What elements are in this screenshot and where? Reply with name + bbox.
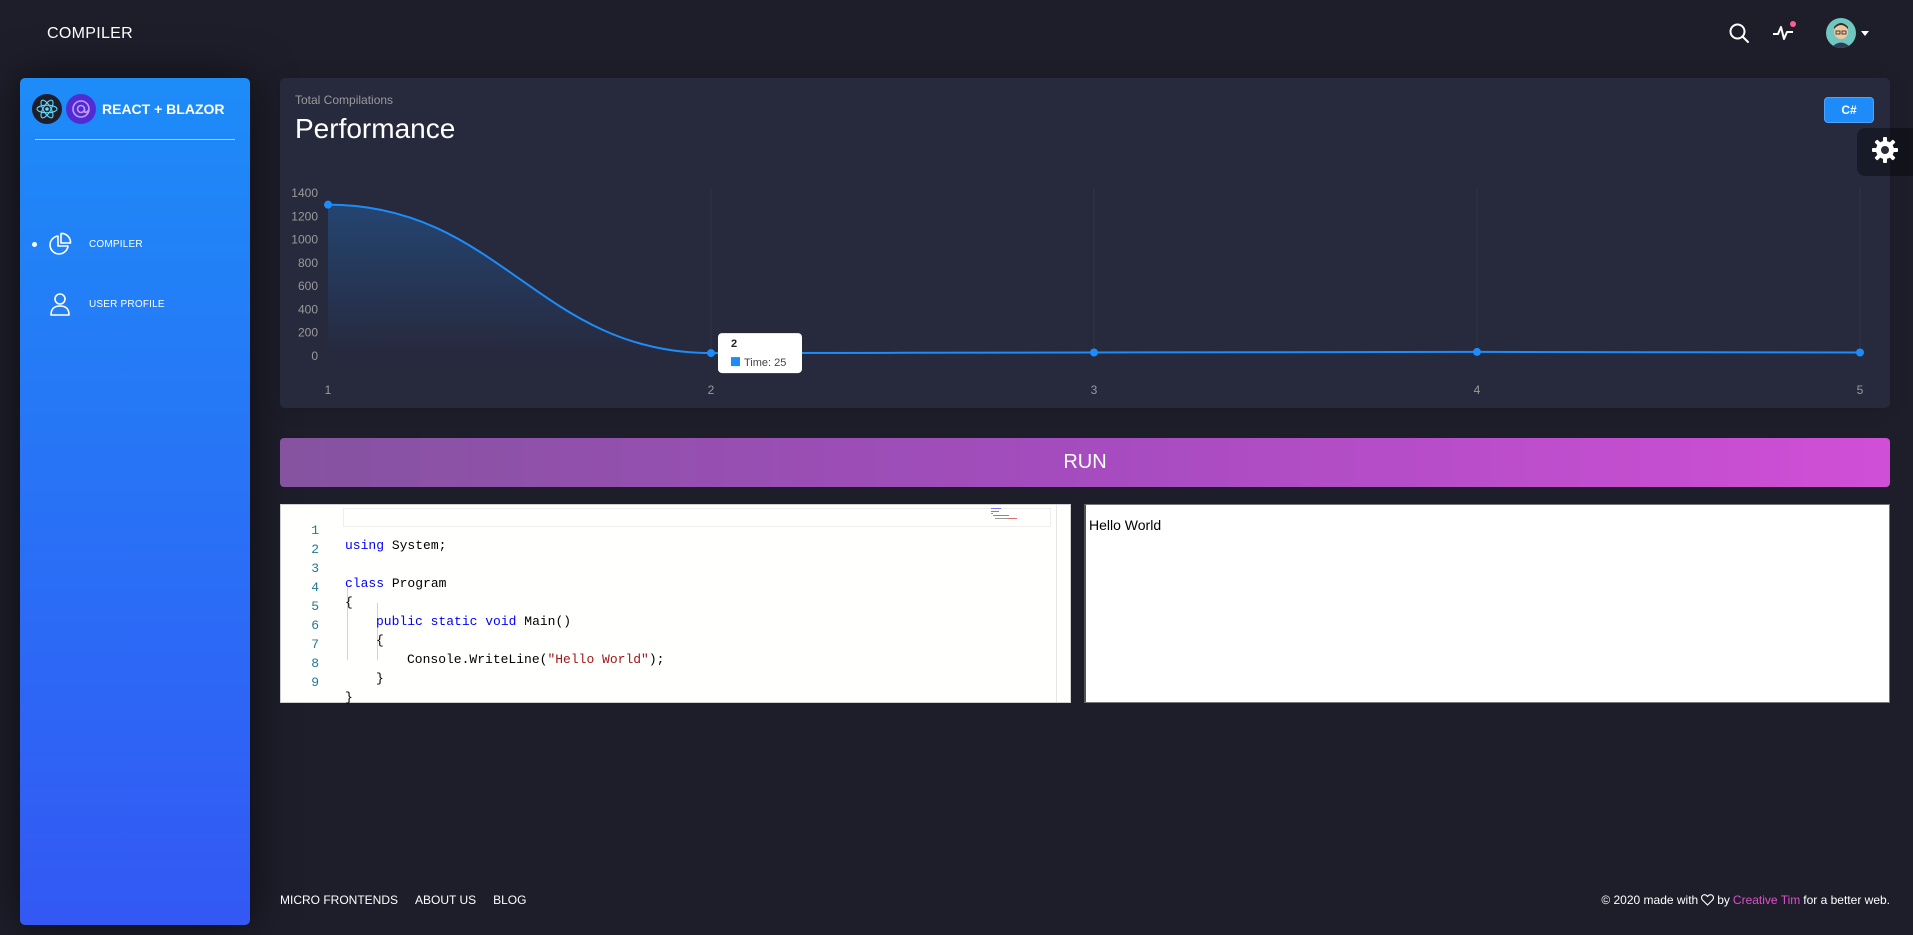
x-tick-label: 3 [1091,383,1098,397]
y-tick-label: 800 [298,256,318,270]
editor-minimap[interactable] [989,507,1049,521]
output-textarea[interactable]: Hello World [1084,504,1890,703]
author-link[interactable]: Creative Tim [1733,893,1800,907]
footer-link-micro-frontends[interactable]: MICRO FRONTENDS [280,893,398,907]
x-tick-label: 1 [325,383,332,397]
gear-icon [1870,135,1900,170]
sidebar: REACT + BLAZOR COMPILER USER PROFILE [20,78,250,925]
x-tick-label: 5 [1857,383,1864,397]
sidebar-item-compiler[interactable]: COMPILER [20,224,250,264]
x-tick-label: 4 [1474,383,1481,397]
settings-toggle[interactable] [1857,128,1913,176]
copyright-text: © 2020 made with [1601,893,1699,907]
user-icon [47,291,73,317]
avatar [1825,18,1856,48]
search-icon[interactable] [1724,18,1754,48]
code-line: 8 } [281,641,1041,686]
sidebar-item-user-profile[interactable]: USER PROFILE [20,284,250,324]
footer-copyright: © 2020 made with by Creative Tim for a b… [1601,893,1890,907]
language-button[interactable]: C# [1824,97,1874,123]
sidebar-divider [35,139,235,140]
code-line: 3 class Program [281,546,1041,591]
code-line: 5 public static void Main() [281,584,1041,629]
code-editor[interactable]: 1 using System; 2 3 class Program 4 { 5 … [280,504,1071,705]
code-line: 4 { [281,565,1041,610]
notification-dot [1790,21,1796,27]
code-line: 2 [281,527,1041,557]
chevron-down-icon [1860,30,1869,36]
y-tick-label: 0 [311,349,318,363]
chart-pie-icon [47,231,73,257]
code-line: 1 using System; [281,508,1041,553]
line-number: 9 [311,675,319,690]
data-point[interactable] [1090,348,1098,357]
data-point[interactable] [707,349,715,358]
card-category: Total Compilations [295,93,394,107]
y-tick-label: 1400 [291,186,318,200]
y-tick-label: 200 [298,326,318,340]
sidebar-logo[interactable]: REACT + BLAZOR [32,94,225,124]
heart-icon [1701,894,1715,906]
blazor-logo-icon [66,94,96,124]
run-button[interactable]: RUN [280,438,1890,487]
sidebar-item-label: USER PROFILE [89,298,165,310]
card-title: Performance [295,113,456,144]
y-tick-label: 1200 [291,209,318,223]
chart-tooltip: 2 Time: 25 [718,333,802,374]
data-point[interactable] [1473,347,1481,356]
data-point[interactable] [324,200,332,209]
tooltip-title: 2 [731,338,737,350]
tooltip-label: Time: 25 [744,357,786,369]
top-navbar: COMPILER [0,0,1913,70]
code-line: 6 { [281,603,1041,648]
copyright-suffix: for a better web. [1803,893,1890,907]
y-tick-label: 400 [298,302,318,316]
copyright-by: by [1717,893,1730,907]
sidebar-item-label: COMPILER [89,238,143,250]
editor-scrollbar[interactable] [1056,505,1070,702]
y-tick-label: 600 [298,279,318,293]
activity-icon[interactable] [1768,18,1798,48]
y-tick-label: 1000 [291,233,318,247]
code-line: 7 Console.WriteLine("Hello World"); [281,622,1041,667]
sidebar-logo-text: REACT + BLAZOR [102,101,225,117]
footer-link-about-us[interactable]: ABOUT US [415,893,476,907]
x-tick-label: 2 [708,383,715,397]
navbar-brand[interactable]: COMPILER [47,25,133,43]
performance-chart: 0 200 400 600 800 1000 1200 1400 1 2 3 4 5 2 Time: 25 [291,186,1864,397]
footer-link-blog[interactable]: BLOG [493,893,526,907]
data-point[interactable] [1856,348,1864,357]
tooltip-swatch [731,357,740,367]
user-menu-toggle[interactable] [1824,18,1870,48]
performance-card: Total Compilations Performance C# 0 200 40… [280,78,1890,408]
footer-nav: MICRO FRONTENDS ABOUT US BLOG [280,893,543,907]
active-indicator [32,241,37,247]
code-token: } [345,690,353,705]
code-line: 9 } [281,660,1041,705]
react-logo-icon [32,94,62,124]
